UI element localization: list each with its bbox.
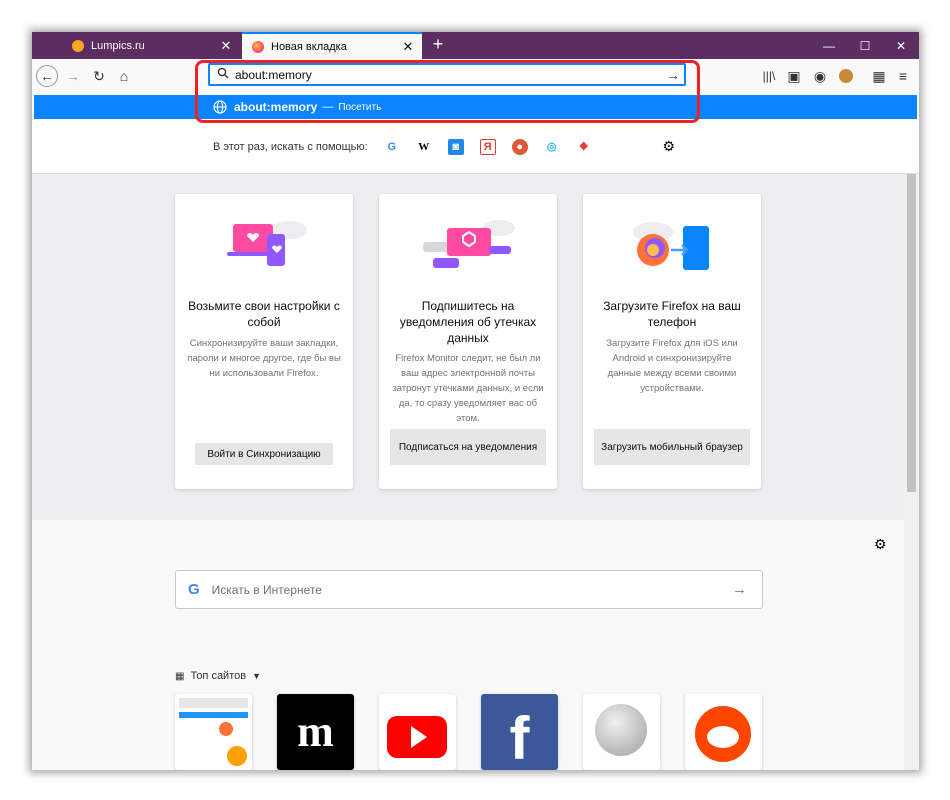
chevron-down-icon: ▼ [252, 671, 262, 681]
top-sites-label: Топ сайтов [190, 670, 247, 682]
onboarding-cards: Возьмите свои настройки с собой Синхрони… [32, 174, 904, 520]
close-window-icon[interactable]: ✕ [883, 32, 919, 59]
back-icon[interactable]: ← [36, 65, 58, 87]
top-site-wikipedia[interactable] [583, 694, 660, 770]
top-site-facebook[interactable]: f [481, 694, 558, 770]
sync-illustration-icon [227, 221, 307, 266]
one-off-search-row: В этот раз, искать с помощью: G W ◙ Я ● … [32, 120, 919, 174]
home-icon[interactable]: ⌂ [113, 65, 135, 87]
mailru-engine-icon[interactable]: ◎ [544, 139, 560, 155]
card-title: Подпишитесь на уведомления об утечках да… [399, 299, 537, 345]
tab-lumpics[interactable]: Lumpics.ru ✕ [62, 32, 240, 59]
monitor-illustration-icon [423, 220, 515, 268]
top-site-lumpics[interactable] [175, 694, 252, 770]
menu-icon[interactable]: ≡ [892, 65, 914, 87]
card-body: Загрузите Firefox для iOS или Android и … [606, 338, 738, 394]
bing-engine-icon[interactable]: ◙ [447, 138, 464, 155]
new-tab-content: ⚙ G Искать в Интернете → ▦ Топ сайтов ▼ … [32, 520, 904, 770]
card-body: Синхронизируйте ваши закладки, пароли и … [187, 338, 341, 379]
browser-window: Lumpics.ru ✕ Новая вкладка ✕ + — ☐ ✕ ← →… [32, 32, 919, 770]
sync-button[interactable]: Войти в Синхронизацию [195, 443, 333, 465]
card-title: Возьмите свои настройки с собой [188, 299, 340, 329]
forward-icon[interactable]: → [62, 65, 84, 87]
monitor-subscribe-button[interactable]: Подписаться на уведомления [390, 429, 546, 465]
card-body: Firefox Monitor следит, не был ли ваш ад… [392, 353, 544, 424]
close-tab-icon[interactable]: ✕ [400, 39, 416, 55]
ozon-engine-icon[interactable]: ❖ [576, 139, 592, 155]
extension-monkey-icon[interactable] [835, 65, 857, 87]
firefox-favicon-icon [252, 40, 264, 53]
maximize-icon[interactable]: ☐ [847, 32, 883, 59]
card-title: Загрузите Firefox на ваш телефон [603, 299, 741, 329]
wikipedia-engine-icon[interactable]: W [416, 139, 432, 155]
title-bar: Lumpics.ru ✕ Новая вкладка ✕ + — ☐ ✕ [32, 32, 919, 59]
google-icon: G [188, 581, 200, 598]
tab-new-tab[interactable]: Новая вкладка ✕ [242, 32, 422, 59]
reload-icon[interactable]: ↻ [88, 65, 110, 87]
grid-icon: ▦ [175, 670, 185, 682]
sidebar-icon[interactable]: ▣ [783, 65, 805, 87]
addons-icon[interactable]: ▦ [868, 65, 890, 87]
highlight-frame [195, 60, 700, 123]
mobile-download-button[interactable]: Загрузить мобильный браузер [594, 429, 750, 465]
search-go-arrow-icon[interactable]: → [732, 581, 762, 598]
page-scrollbar[interactable] [904, 174, 919, 770]
mobile-illustration-icon [633, 222, 709, 270]
one-off-label: В этот раз, искать с помощью: [213, 140, 368, 153]
close-tab-icon[interactable]: ✕ [218, 38, 234, 54]
new-tab-icon[interactable]: + [428, 34, 448, 55]
customize-gear-icon[interactable]: ⚙ [874, 536, 887, 553]
lumpics-favicon-icon [72, 39, 84, 52]
web-search-box[interactable]: G Искать в Интернете → [175, 570, 763, 609]
search-settings-gear-icon[interactable]: ⚙ [661, 138, 677, 155]
web-search-placeholder[interactable]: Искать в Интернете [212, 583, 732, 597]
google-engine-icon[interactable]: G [384, 139, 400, 155]
sync-card: Возьмите свои настройки с собой Синхрони… [175, 194, 353, 489]
scrollbar-thumb[interactable] [907, 174, 916, 492]
top-site-medium[interactable]: m [277, 694, 354, 770]
tab-title: Новая вкладка [271, 40, 347, 53]
top-sites-header[interactable]: ▦ Топ сайтов ▼ [175, 670, 261, 682]
top-site-reddit[interactable] [685, 694, 762, 770]
account-icon[interactable]: ◉ [809, 65, 831, 87]
tab-title: Lumpics.ru [91, 39, 145, 52]
yandex-engine-icon[interactable]: Я [479, 138, 496, 155]
mobile-card: Загрузите Firefox на ваш телефон Загрузи… [583, 194, 761, 489]
library-icon[interactable]: |||\ [758, 65, 780, 87]
duckduckgo-engine-icon[interactable]: ● [511, 138, 528, 155]
monitor-card: Подпишитесь на уведомления об утечках да… [379, 194, 557, 489]
top-site-youtube[interactable] [379, 694, 456, 770]
minimize-icon[interactable]: — [811, 32, 847, 59]
